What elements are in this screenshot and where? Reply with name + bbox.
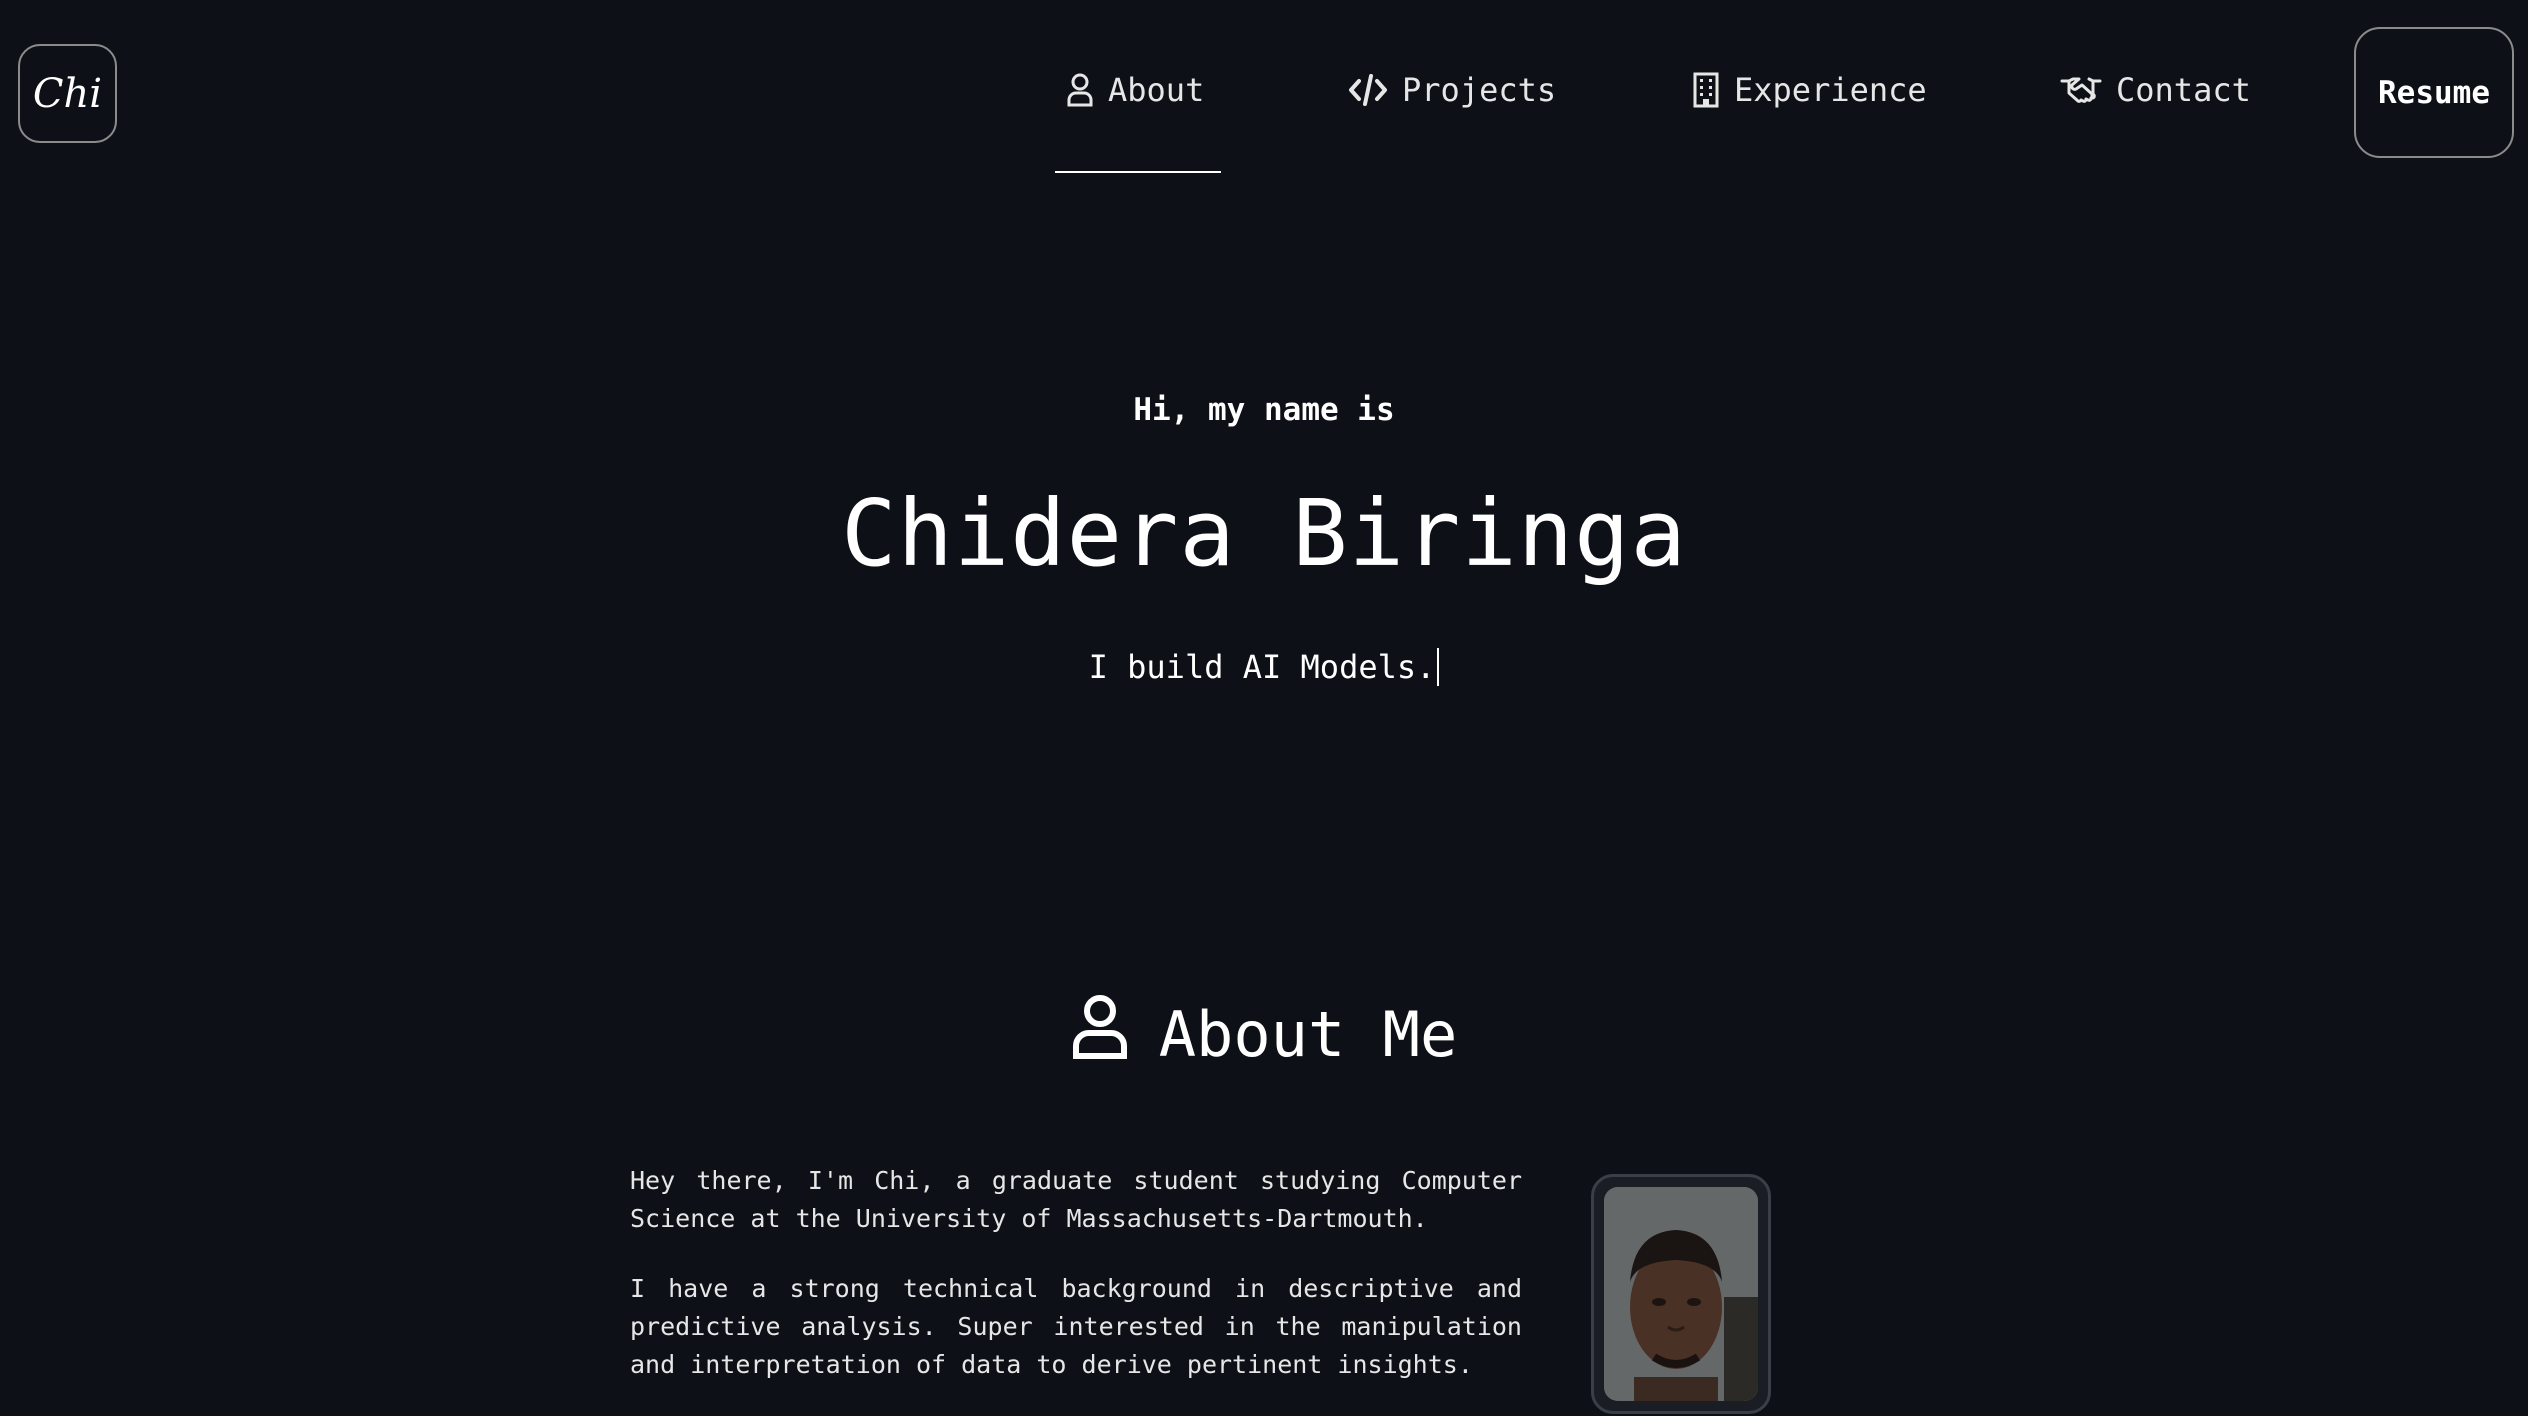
nav-item-contact[interactable]: Contact bbox=[2060, 60, 2251, 120]
about-paragraph: Hey there, I'm Chi, a graduate student s… bbox=[630, 1166, 1522, 1233]
nav-item-label: Projects bbox=[1402, 71, 1557, 109]
profile-photo-frame bbox=[1591, 1174, 1771, 1414]
resume-button[interactable]: Resume bbox=[2354, 27, 2514, 158]
profile-photo bbox=[1604, 1187, 1758, 1401]
hero-tagline-text: I build AI Models. bbox=[1088, 648, 1436, 686]
handshake-icon bbox=[2060, 75, 2102, 105]
active-nav-underline bbox=[1055, 171, 1221, 173]
logo[interactable]: Chi bbox=[18, 44, 117, 143]
nav-item-label: About bbox=[1108, 71, 1205, 109]
nav-item-label: Contact bbox=[2116, 71, 2251, 109]
logo-text: Chi bbox=[32, 70, 103, 117]
about-heading: About Me bbox=[0, 994, 2528, 1075]
about-heading-text: About Me bbox=[1158, 998, 1458, 1071]
hero-greeting: Hi, my name is bbox=[1133, 392, 1395, 428]
nav-item-about[interactable]: About bbox=[1066, 60, 1204, 120]
person-icon bbox=[1066, 73, 1094, 107]
hero-name: Chidera Biringa bbox=[841, 480, 1687, 587]
nav-item-projects[interactable]: Projects bbox=[1348, 60, 1556, 120]
building-icon bbox=[1692, 72, 1720, 108]
nav-item-experience[interactable]: Experience bbox=[1692, 60, 1927, 120]
hero-tagline: I build AI Models. bbox=[0, 648, 2528, 686]
code-icon bbox=[1348, 73, 1388, 107]
about-text: Hey there, I'm Chi, a graduate student s… bbox=[630, 1162, 1522, 1416]
typing-cursor bbox=[1437, 648, 1440, 686]
navbar: Chi About Projects Experience Contact Re… bbox=[0, 0, 2528, 180]
nav-item-label: Experience bbox=[1734, 71, 1927, 109]
about-paragraph: I have a strong technical background in … bbox=[630, 1274, 1522, 1379]
person-icon bbox=[1071, 994, 1129, 1075]
